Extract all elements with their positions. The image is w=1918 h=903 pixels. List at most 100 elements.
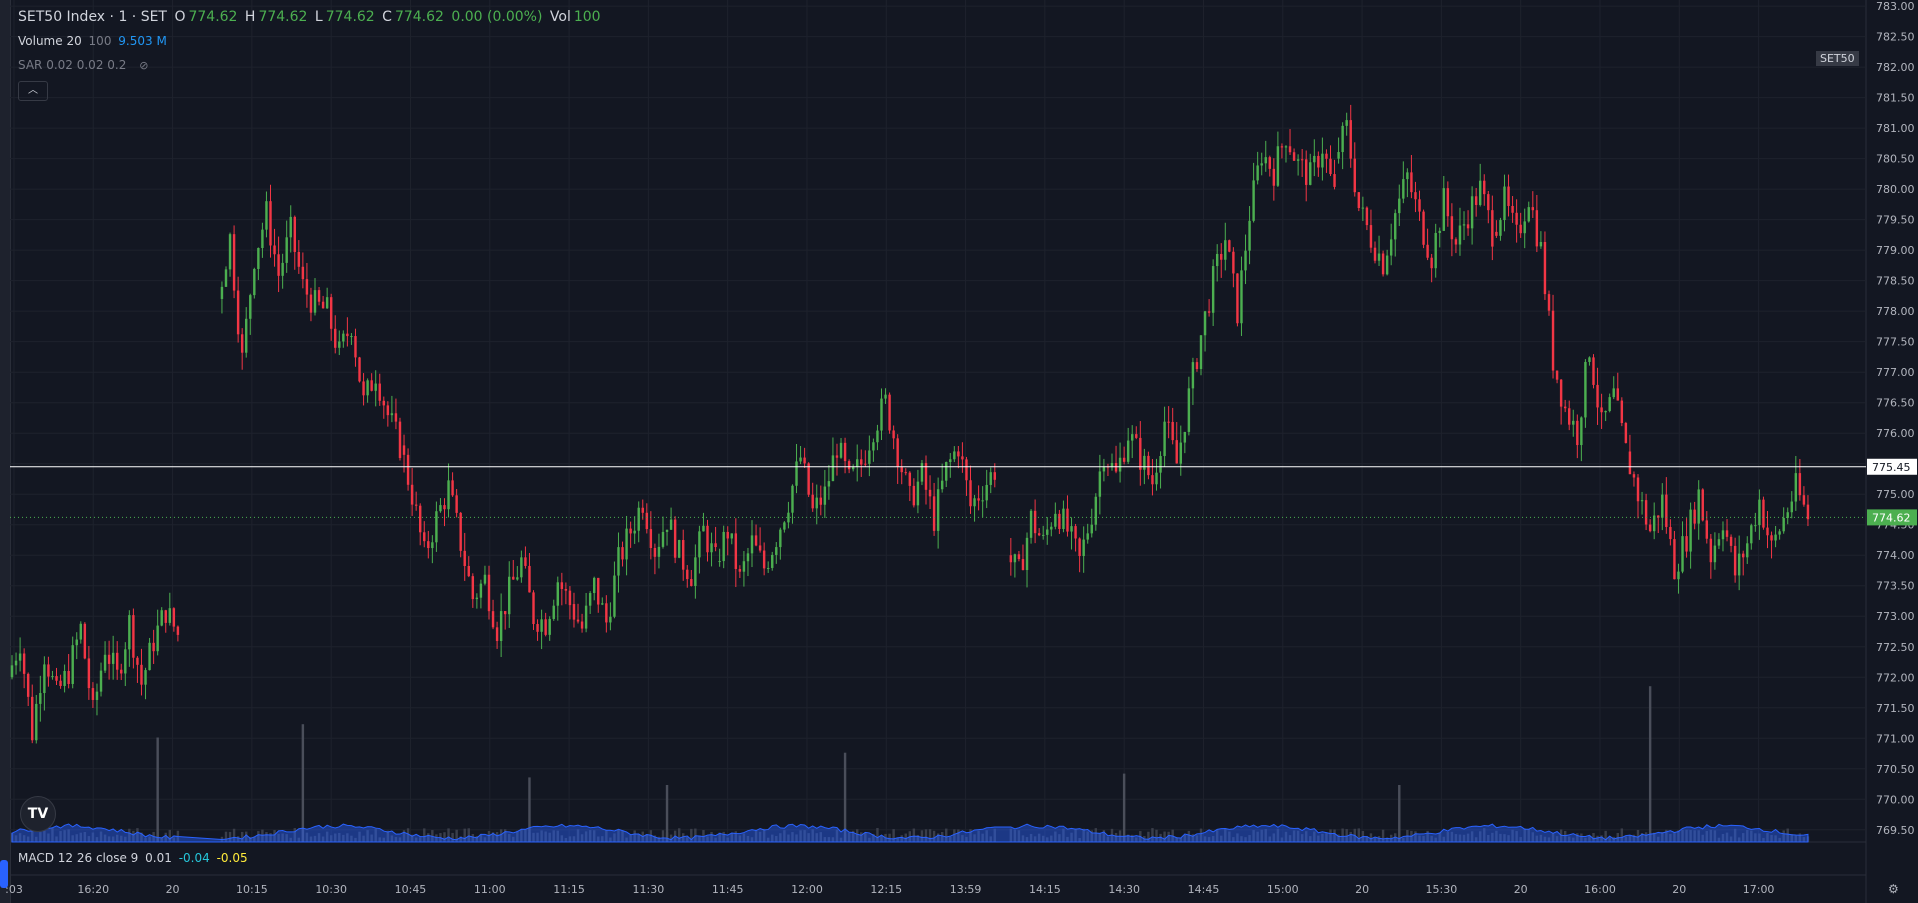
- x-tick-label: 17:00: [1743, 883, 1775, 896]
- candle-body: [787, 512, 790, 523]
- y-tick-label: 781.00: [1876, 122, 1915, 135]
- collapse-legend-button[interactable]: ︿: [18, 81, 48, 101]
- candle-body: [39, 693, 42, 704]
- candle-body: [289, 216, 292, 238]
- candle-body: [722, 531, 725, 562]
- close-label: C: [382, 9, 392, 25]
- candle-body: [880, 398, 883, 431]
- volume-spike-bar: [156, 737, 159, 842]
- candle-body: [1349, 120, 1352, 159]
- y-tick-label: 773.00: [1876, 610, 1915, 623]
- price-chart[interactable]: 769.50 770.00 770.50 771.00 771.50 772.00 772.…: [0, 0, 1918, 903]
- candle-body: [128, 615, 131, 650]
- candle-body: [839, 442, 843, 458]
- candle-body: [932, 496, 936, 531]
- candle-body: [1495, 231, 1498, 236]
- sar-indicator-label: SAR 0.02 0.02 0.2: [18, 58, 127, 72]
- gear-icon[interactable]: ⚙: [1888, 882, 1899, 896]
- candle-body: [439, 505, 442, 512]
- candle-body: [1317, 155, 1320, 168]
- candle-body: [285, 237, 288, 263]
- candle-body: [459, 512, 462, 551]
- candle-body: [503, 611, 507, 615]
- candle-body: [398, 421, 402, 459]
- sar-legend[interactable]: SAR 0.02 0.02 0.2 ⊘: [18, 58, 151, 72]
- candle-body: [1385, 255, 1389, 275]
- macd-legend[interactable]: MACD 12 26 close 9 0.01 -0.04 -0.05: [18, 851, 251, 865]
- candle-body: [1547, 294, 1551, 311]
- x-tick-label: 15:00: [1267, 883, 1299, 896]
- candle-body: [1143, 455, 1146, 470]
- candle-body: [1551, 310, 1555, 371]
- candle-body: [1644, 500, 1648, 525]
- candle-body: [1798, 473, 1802, 496]
- volume-legend[interactable]: Volume 20 100 9.503 M: [18, 34, 170, 48]
- candle-body: [232, 234, 236, 291]
- eye-slash-icon[interactable]: ⊘: [139, 59, 148, 72]
- candle-body: [605, 603, 608, 623]
- y-tick-label: 776.50: [1876, 397, 1915, 410]
- x-tick-label: 20: [1672, 883, 1686, 896]
- candle-body: [475, 597, 479, 600]
- x-tick-label: :03: [5, 883, 23, 896]
- candle-body: [1260, 163, 1263, 166]
- symbol-name[interactable]: SET50 Index · 1 · SET: [18, 9, 167, 25]
- candle-body: [754, 535, 758, 546]
- candle-body: [1171, 421, 1174, 441]
- candle-body: [277, 254, 280, 276]
- candle-body: [872, 442, 875, 451]
- candle-body: [1737, 553, 1741, 576]
- candle-body: [269, 201, 272, 246]
- candle-body: [79, 623, 83, 640]
- candle-body: [152, 642, 155, 652]
- candle-body: [791, 485, 794, 513]
- candle-body: [325, 297, 329, 309]
- candle-body: [1300, 159, 1304, 161]
- candle-body: [916, 481, 920, 506]
- candle-body: [378, 383, 381, 401]
- candle-body: [148, 642, 151, 671]
- candle-body: [1721, 530, 1725, 540]
- candle-body: [936, 489, 940, 531]
- candle-body: [1369, 225, 1373, 248]
- candle-body: [220, 286, 224, 299]
- candle-body: [1098, 471, 1102, 497]
- x-tick-label: 20: [166, 883, 180, 896]
- candle-body: [888, 394, 891, 431]
- candle-body: [103, 654, 107, 671]
- candle-body: [1159, 456, 1162, 473]
- candle-body: [366, 380, 369, 396]
- candle-body: [402, 445, 406, 455]
- candle-body: [750, 535, 754, 554]
- tradingview-logo[interactable]: TV: [20, 796, 56, 832]
- candle-body: [1632, 474, 1636, 478]
- candle-body: [1389, 239, 1393, 256]
- candle-body: [1559, 379, 1563, 407]
- candle-body: [362, 381, 365, 396]
- candle-body: [552, 605, 555, 619]
- candle-body: [370, 380, 373, 391]
- candle-body: [1183, 431, 1187, 443]
- candle-body: [1394, 213, 1397, 240]
- candle-body: [653, 547, 657, 557]
- candle-body: [136, 657, 139, 665]
- y-tick-label: 782.50: [1876, 31, 1915, 44]
- candle-body: [1086, 533, 1089, 540]
- candle-body: [281, 262, 284, 276]
- candle-body: [467, 566, 470, 577]
- candle-body: [1296, 159, 1300, 161]
- y-tick-label: 776.00: [1876, 427, 1915, 440]
- candle-body: [989, 472, 992, 485]
- candle-body: [592, 577, 596, 594]
- candle-body: [1539, 241, 1543, 247]
- candle-body: [1806, 504, 1810, 520]
- candle-body: [124, 649, 127, 674]
- candle-body: [508, 576, 511, 615]
- x-tick-label: 16:20: [77, 883, 109, 896]
- candle-body: [1224, 240, 1227, 260]
- candle-body: [1628, 451, 1632, 475]
- candle-body: [641, 507, 644, 513]
- candle-body: [1794, 473, 1798, 502]
- macd-value: 0.01: [145, 851, 172, 865]
- candle-body: [1126, 440, 1130, 462]
